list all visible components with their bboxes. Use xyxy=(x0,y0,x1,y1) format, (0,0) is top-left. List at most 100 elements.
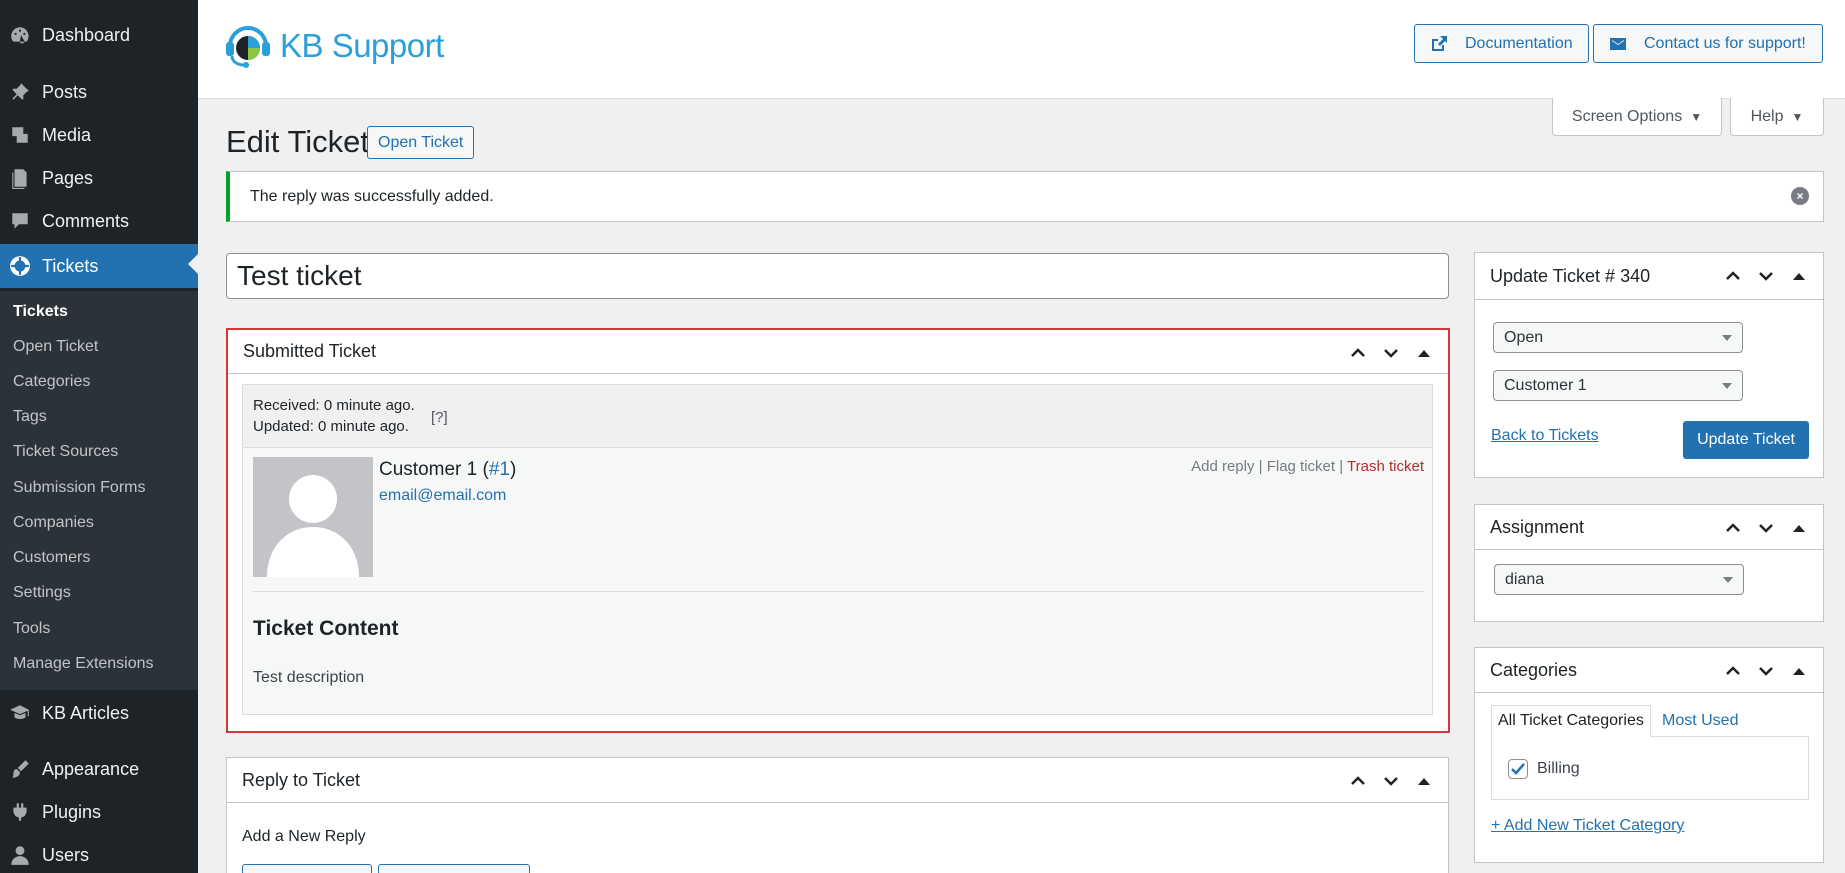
sidebar-item-appearance[interactable]: Appearance xyxy=(0,749,198,789)
divider xyxy=(253,591,1424,592)
editor-tab-button[interactable] xyxy=(378,864,530,873)
toggle-panel-icon[interactable] xyxy=(1407,765,1440,798)
sidebar-item-comments[interactable]: Comments xyxy=(0,201,198,241)
headset-logo-icon xyxy=(226,26,270,68)
sidebar-item-label: KB Articles xyxy=(42,702,130,723)
postbox-header: Update Ticket # 340 xyxy=(1475,253,1823,300)
media-icon xyxy=(8,123,32,147)
reply-to-ticket-box: Reply to Ticket Add a New Reply xyxy=(226,757,1449,873)
contact-support-button[interactable]: Contact us for support! xyxy=(1593,24,1823,63)
editor-tab-button[interactable] xyxy=(242,864,372,873)
postbox-controls xyxy=(1716,253,1815,299)
toggle-panel-icon[interactable] xyxy=(1782,260,1815,293)
appearance-icon xyxy=(8,757,32,781)
separator: | xyxy=(1254,458,1267,475)
toggle-panel-icon[interactable] xyxy=(1782,655,1815,688)
received-time: Received: 0 minute ago. xyxy=(253,397,415,414)
documentation-button[interactable]: Documentation xyxy=(1414,24,1589,63)
kb-articles-icon xyxy=(8,701,32,725)
screen-options-button[interactable]: Screen Options ▼ xyxy=(1552,98,1722,136)
submenu-item-categories[interactable]: Categories xyxy=(13,373,90,391)
postbox-title: Categories xyxy=(1490,659,1578,680)
ticket-title-input[interactable] xyxy=(226,253,1449,299)
sidebar-item-plugins[interactable]: Plugins xyxy=(0,792,198,832)
submenu-item-ticket-sources[interactable]: Ticket Sources xyxy=(13,443,118,461)
sidebar-item-pages[interactable]: Pages xyxy=(0,158,198,198)
sidebar-item-users[interactable]: Users xyxy=(0,835,198,873)
submenu-item-submission-forms[interactable]: Submission Forms xyxy=(13,479,145,497)
sidebar-item-tickets[interactable]: Tickets xyxy=(0,244,198,288)
customer-name-line: Customer 1 (#1) xyxy=(379,459,516,481)
checkbox-billing[interactable] xyxy=(1508,759,1528,779)
customer-name: Customer 1 xyxy=(379,459,478,480)
postbox-title: Reply to Ticket xyxy=(242,769,361,790)
tickets-submenu: Tickets Open Ticket Categories Tags Tick… xyxy=(0,291,198,690)
submenu-item-tags[interactable]: Tags xyxy=(13,408,47,426)
page-title: Edit Ticket xyxy=(226,124,369,159)
dismiss-icon[interactable]: × xyxy=(1791,187,1809,205)
comments-icon xyxy=(8,209,32,233)
caret-down-icon: ▼ xyxy=(1690,109,1703,124)
help-tip-link[interactable]: [?] xyxy=(431,409,448,426)
sidebar-item-label: Users xyxy=(42,844,90,865)
submenu-item-companies[interactable]: Companies xyxy=(13,514,94,532)
submenu-item-open-ticket[interactable]: Open Ticket xyxy=(13,338,98,356)
submenu-item-tickets[interactable]: Tickets xyxy=(13,303,68,321)
trash-ticket-link[interactable]: Trash ticket xyxy=(1347,458,1424,475)
notice-text: The reply was successfully added. xyxy=(250,187,494,205)
admin-sidebar: Dashboard Posts Media Pages Comments Tic… xyxy=(0,0,198,873)
toggle-panel-icon[interactable] xyxy=(1407,337,1440,370)
sidebar-item-kb-articles[interactable]: KB Articles xyxy=(0,693,198,733)
move-down-icon[interactable] xyxy=(1374,337,1407,370)
ticket-customer-select[interactable]: Customer 1 xyxy=(1493,370,1743,401)
dashboard-icon xyxy=(8,23,32,47)
help-button[interactable]: Help ▼ xyxy=(1730,98,1824,136)
sidebar-item-media[interactable]: Media xyxy=(0,115,198,155)
pin-icon xyxy=(8,80,32,104)
move-up-icon[interactable] xyxy=(1341,337,1374,370)
add-reply-link[interactable]: Add reply xyxy=(1191,458,1254,475)
ticket-thread: Received: 0 minute ago. Updated: 0 minut… xyxy=(242,384,1433,715)
paren-open: ( xyxy=(477,459,489,480)
checkmark-icon xyxy=(1511,763,1525,775)
move-up-icon[interactable] xyxy=(1341,765,1374,798)
submitted-ticket-box: Submitted Ticket Received: 0 minute ago.… xyxy=(226,328,1450,733)
contact-support-label: Contact us for support! xyxy=(1644,34,1806,52)
sidebar-item-dashboard[interactable]: Dashboard xyxy=(0,15,198,55)
submenu-item-tools[interactable]: Tools xyxy=(13,620,50,638)
assigned-agent-select[interactable]: diana xyxy=(1494,564,1744,595)
sidebar-item-posts[interactable]: Posts xyxy=(0,72,198,112)
update-ticket-button[interactable]: Update Ticket xyxy=(1683,421,1809,459)
postbox-title: Update Ticket # 340 xyxy=(1490,265,1651,286)
toggle-panel-icon[interactable] xyxy=(1782,512,1815,545)
ticket-status-select[interactable]: Open xyxy=(1493,322,1743,353)
brand-name: KB Support xyxy=(280,27,444,64)
move-down-icon[interactable] xyxy=(1749,655,1782,688)
documentation-label: Documentation xyxy=(1465,34,1573,52)
flag-ticket-link[interactable]: Flag ticket xyxy=(1267,458,1335,475)
tab-most-used[interactable]: Most Used xyxy=(1662,712,1738,730)
move-down-icon[interactable] xyxy=(1749,260,1782,293)
move-down-icon[interactable] xyxy=(1374,765,1407,798)
avatar xyxy=(253,457,373,577)
back-to-tickets-link[interactable]: Back to Tickets xyxy=(1491,427,1599,445)
pages-icon xyxy=(8,166,32,190)
tab-all-ticket-categories[interactable]: All Ticket Categories xyxy=(1491,705,1651,737)
customer-email-link[interactable]: email@email.com xyxy=(379,487,506,505)
add-new-category-link[interactable]: + Add New Ticket Category xyxy=(1491,817,1684,835)
postbox-header: Categories xyxy=(1475,648,1823,693)
postbox-title: Submitted Ticket xyxy=(243,341,377,361)
move-up-icon[interactable] xyxy=(1716,260,1749,293)
customer-id-link[interactable]: #1 xyxy=(489,459,510,480)
open-ticket-button[interactable]: Open Ticket xyxy=(367,126,475,159)
submenu-item-settings[interactable]: Settings xyxy=(13,584,71,602)
submenu-item-manage-extensions[interactable]: Manage Extensions xyxy=(13,655,154,673)
move-down-icon[interactable] xyxy=(1749,512,1782,545)
move-up-icon[interactable] xyxy=(1716,512,1749,545)
update-ticket-box: Update Ticket # 340 Open Customer 1 Back… xyxy=(1474,252,1824,478)
move-up-icon[interactable] xyxy=(1716,655,1749,688)
default-avatar-icon xyxy=(267,475,359,577)
help-label: Help xyxy=(1750,107,1784,125)
kb-support-logo: KB Support xyxy=(222,22,444,70)
submenu-item-customers[interactable]: Customers xyxy=(13,549,90,567)
